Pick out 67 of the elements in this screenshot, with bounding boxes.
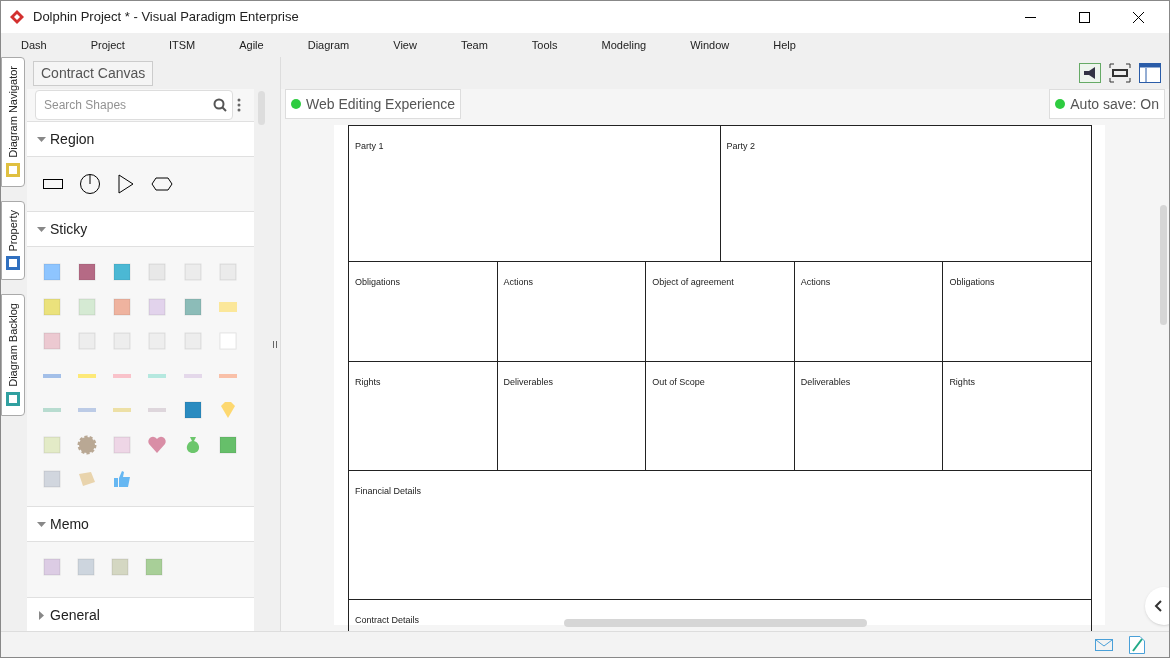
caret-icon[interactable]	[37, 610, 46, 620]
window-title: Dolphin Project * - Visual Paradigm Enterprise	[33, 8, 299, 27]
splitter-handle[interactable]	[272, 340, 277, 348]
caret-icon[interactable]	[37, 519, 46, 529]
caret-icon[interactable]	[37, 134, 46, 144]
menu-item[interactable]: Agile	[226, 36, 277, 54]
rectangle-icon[interactable]	[43, 178, 63, 190]
canvas-cell[interactable]: Rights	[943, 362, 1092, 471]
menu-item[interactable]: Window	[677, 36, 743, 54]
circle-icon[interactable]	[79, 173, 101, 195]
section-header[interactable]: Sticky	[27, 212, 254, 247]
section-header[interactable]: Region	[27, 122, 254, 157]
canvas-cell[interactable]: Party 2	[720, 126, 1092, 262]
side-tab[interactable]: Property	[1, 200, 25, 281]
sticky-note-icon[interactable]	[76, 261, 99, 283]
status-badge: Auto save: On	[1049, 89, 1165, 119]
chevron-left-icon	[1154, 600, 1162, 612]
canvas-cell[interactable]: Object of agreement	[646, 262, 795, 362]
sticky-note-icon[interactable]	[181, 399, 204, 421]
menu-item[interactable]: View	[380, 36, 430, 54]
canvas-cell[interactable]: Obligations	[349, 262, 498, 362]
caret-icon[interactable]	[37, 224, 46, 234]
canvas-cell[interactable]: Actions	[497, 262, 647, 362]
canvas-cell[interactable]: Out of Scope	[646, 362, 795, 471]
sticky-note-icon[interactable]	[111, 261, 134, 283]
vertical-scrollbar-thumb[interactable]	[1160, 205, 1167, 325]
menu-item[interactable]: Dash	[8, 36, 60, 54]
canvas-cell[interactable]: Financial Details	[349, 471, 1092, 600]
canvas-cell[interactable]: Deliverables	[794, 362, 944, 471]
menu-item[interactable]: Tools	[518, 36, 571, 54]
canvas-cell[interactable]: Deliverables	[497, 362, 647, 471]
gear-icon[interactable]	[76, 433, 99, 456]
maximize-icon	[1078, 11, 1090, 23]
sticky-note-icon[interactable]	[111, 295, 134, 318]
search-field[interactable]: Search Shapes	[35, 90, 233, 120]
canvas-cell[interactable]: Obligations	[943, 262, 1092, 362]
more-icon[interactable]	[237, 98, 241, 112]
search-icon	[213, 98, 227, 112]
menu-item[interactable]: ITSM	[155, 36, 209, 54]
triangle-icon[interactable]	[117, 173, 135, 195]
window-layout-icon[interactable]	[1139, 63, 1161, 83]
menu-item[interactable]: Modeling	[588, 36, 660, 54]
megaphone-icon[interactable]	[1079, 63, 1101, 83]
fit-screen-icon[interactable]	[1109, 63, 1131, 83]
menu-item[interactable]: Team	[447, 36, 501, 54]
side-tab[interactable]: Diagram Backlog	[1, 294, 25, 417]
sticky-note-icon[interactable]	[216, 433, 239, 456]
horizontal-scrollbar-thumb[interactable]	[564, 619, 867, 627]
sticky-note-icon[interactable]	[181, 295, 204, 318]
canvas-cell[interactable]: Actions	[794, 262, 944, 362]
status-badge: Web Editing Experience	[285, 89, 462, 119]
breadcrumb[interactable]: Contract Canvas	[33, 60, 154, 86]
mail-icon[interactable]	[1095, 638, 1113, 651]
section-header[interactable]: General	[27, 598, 254, 631]
side-tab[interactable]: Diagram Navigator	[1, 57, 25, 187]
canvas-cell[interactable]: Rights	[349, 362, 498, 471]
canvas-cell[interactable]: Party 1	[349, 126, 721, 262]
close-icon	[1132, 11, 1144, 23]
menu-item[interactable]: Help	[760, 36, 809, 54]
sticky-note-icon[interactable]	[143, 556, 165, 578]
app-logo-icon	[9, 9, 25, 25]
menu-item[interactable]: Project	[77, 36, 138, 54]
hexagon-icon[interactable]	[151, 177, 173, 191]
document-edit-icon[interactable]	[1129, 635, 1145, 654]
sticky-note-icon[interactable]	[41, 261, 63, 283]
menu-item[interactable]: Diagram	[294, 36, 363, 54]
section-header[interactable]: Memo	[27, 507, 254, 542]
